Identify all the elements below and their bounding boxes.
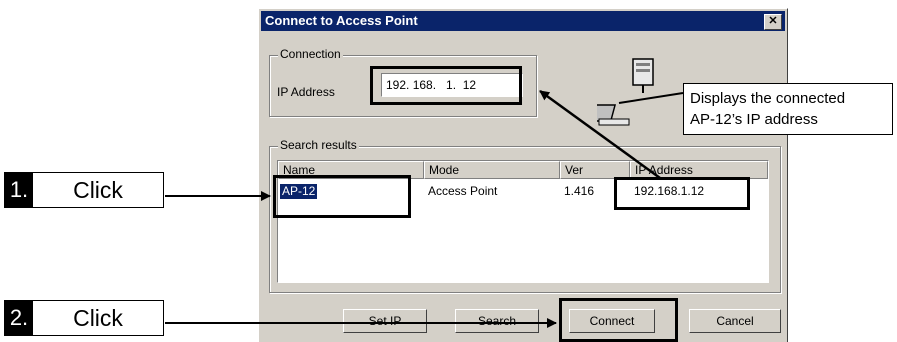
ip-field-highlight [370, 66, 522, 105]
annotation-arrows [165, 89, 661, 328]
ip-cell-highlight [614, 177, 750, 210]
step-1-text: Click [73, 177, 123, 203]
ip-address-callout: Displays the connected AP-12’s IP addres… [683, 83, 893, 135]
callout-line-2: AP-12’s IP address [690, 111, 818, 128]
step-1-label: 1. Click [4, 172, 164, 208]
ap-row-highlight [273, 175, 411, 218]
callout-line-1: Displays the connected [690, 90, 846, 107]
step-1-number: 1. [5, 173, 33, 207]
step-2-text: Click [73, 305, 123, 331]
step-2-number: 2. [5, 301, 33, 335]
step-2-label: 2. Click [4, 300, 164, 336]
connect-button-highlight [559, 298, 678, 342]
